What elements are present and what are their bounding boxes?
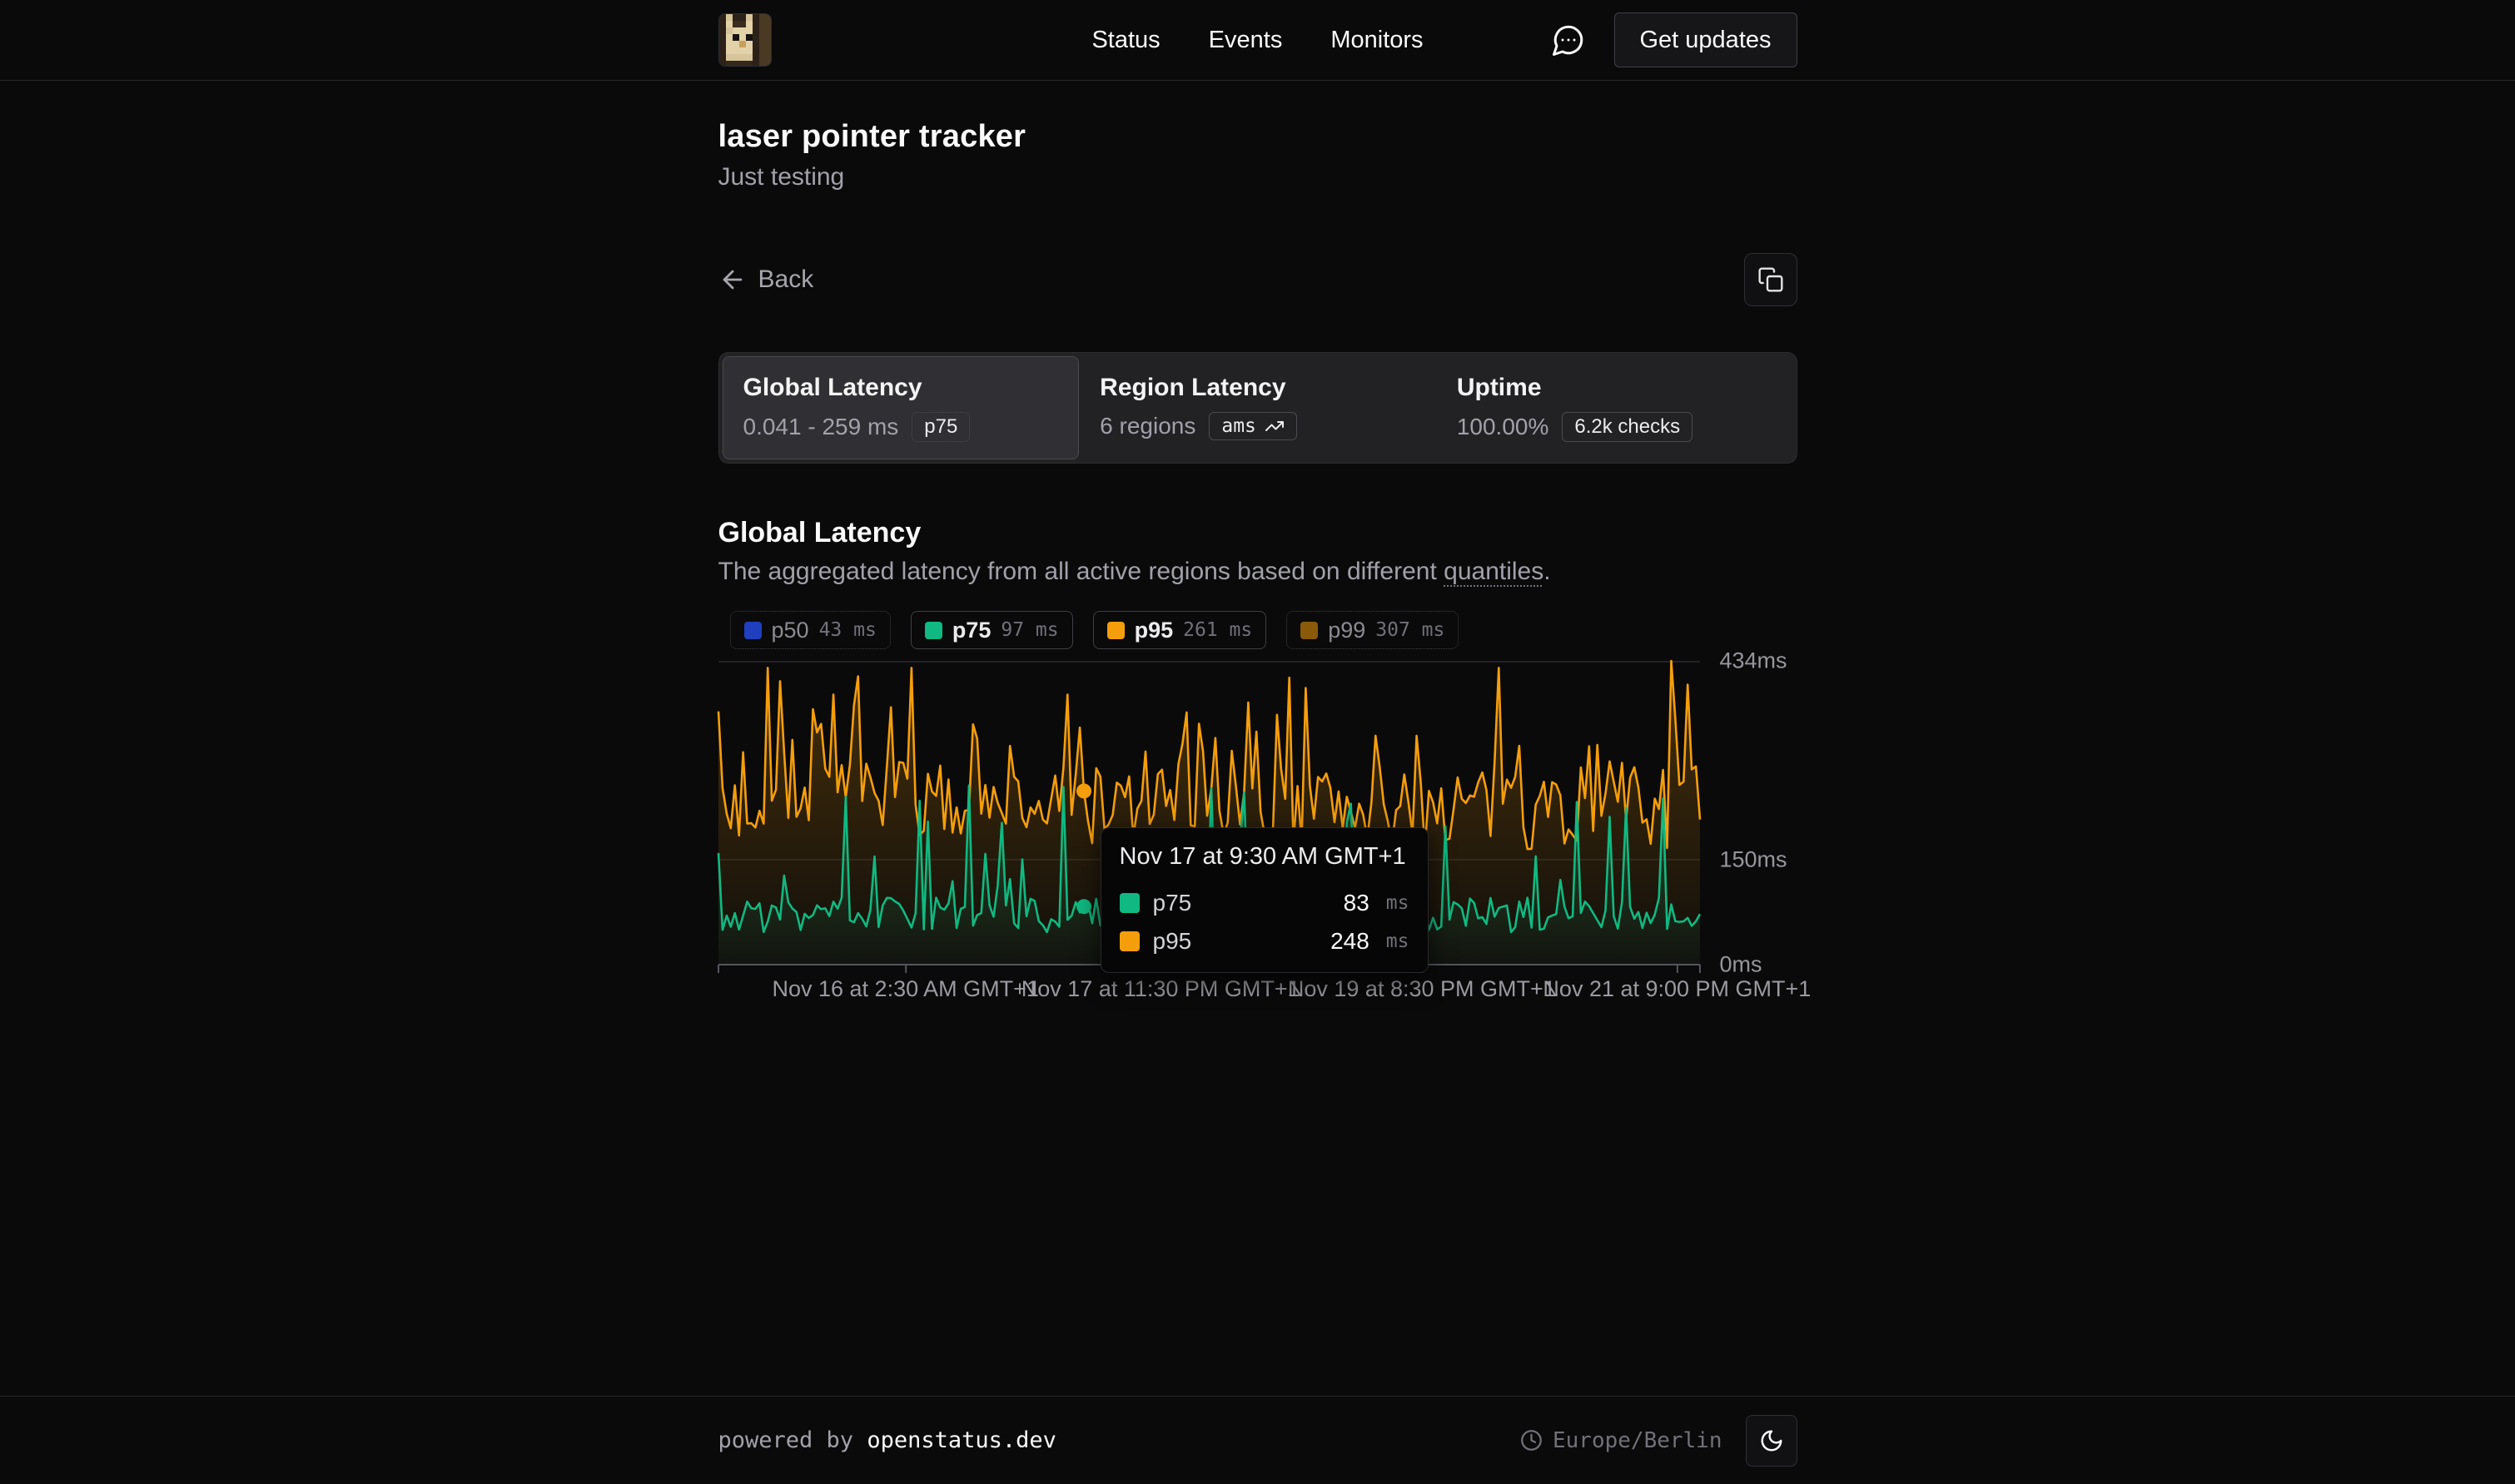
checks-badge: 6.2k checks [1562,412,1692,442]
nav-link-monitors[interactable]: Monitors [1330,27,1423,54]
feedback-button[interactable] [1551,22,1586,57]
powered-by-text: powered by [718,1427,867,1453]
x-axis-label: Nov 21 at 9:00 PM GMT+1 [1543,976,1811,1002]
chart-tooltip: Nov 17 at 9:30 AM GMT+1 p75 83 ms p95 24… [1101,827,1429,973]
message-circle-more-icon [1551,22,1586,57]
legend-item-p75[interactable]: p75 97 ms [911,611,1073,649]
p50-swatch [744,622,762,639]
legend-item-p50[interactable]: p50 43 ms [730,611,891,649]
logo-image[interactable] [718,13,772,67]
tab-uptime[interactable]: Uptime 100.00% 6.2k checks [1436,356,1793,459]
back-label: Back [758,266,814,294]
region-code: ams [1221,415,1256,437]
tooltip-series-label: p75 [1153,890,1192,916]
y-axis-label-mid: 150ms [1720,846,1787,872]
copy-icon [1757,266,1784,293]
page-footer: powered by openstatus.dev Europe/Berlin [0,1396,2515,1484]
tooltip-value: 248 [1330,928,1369,955]
p75-swatch [1120,893,1140,913]
page-subtitle: Just testing [718,163,1797,191]
tooltip-timestamp: Nov 17 at 9:30 AM GMT+1 [1120,843,1409,871]
legend-label: p50 [772,618,809,643]
section-title: Global Latency [718,517,1797,549]
clock-icon [1520,1429,1543,1452]
p95-swatch [1120,931,1140,951]
tooltip-row-p95: p95 248 ms [1120,922,1409,960]
legend-label: p99 [1328,618,1365,643]
p99-swatch [1300,622,1318,639]
quantiles-link[interactable]: quantiles [1444,558,1543,585]
legend-value: 307 ms [1375,619,1444,641]
legend-value: 261 ms [1183,619,1252,641]
tooltip-unit: ms [1386,931,1409,952]
trending-up-icon [1265,416,1285,436]
timezone: Europe/Berlin [1520,1428,1722,1453]
arrow-left-icon [718,266,747,294]
top-nav: Status Events Monitors Get updates [0,0,2515,81]
x-axis-label: Nov 17 at 11:30 PM GMT+1 [1021,976,1300,1002]
nav-links: Status Events Monitors [1091,27,1423,54]
tab-title: Region Latency [1100,374,1415,402]
timezone-label: Europe/Berlin [1553,1428,1722,1453]
y-axis-label-max: 434ms [1720,648,1787,674]
pixel-cat-logo [719,14,772,67]
description-text: The aggregated latency from all active r… [718,558,1444,585]
tab-region-latency[interactable]: Region Latency 6 regions ams [1079,356,1436,459]
get-updates-button[interactable]: Get updates [1614,12,1797,67]
nav-link-events[interactable]: Events [1209,27,1283,54]
p75-swatch [925,622,942,639]
legend-item-p95[interactable]: p95 261 ms [1093,611,1267,649]
tooltip-row-p75: p75 83 ms [1120,884,1409,922]
description-period: . [1543,558,1550,585]
tooltip-series-label: p95 [1153,928,1192,955]
latency-chart[interactable]: 434ms 150ms 0ms Nov 17 at 9:30 AM GMT+1 … [718,661,1700,965]
x-axis-labels: Nov 16 at 2:30 AM GMT+1 Nov 17 at 11:30 … [718,976,1700,1013]
nav-link-status[interactable]: Status [1091,27,1160,54]
openstatus-link[interactable]: openstatus.dev [867,1427,1056,1453]
p95-swatch [1107,622,1125,639]
legend-value: 97 ms [1001,619,1058,641]
section-description: The aggregated latency from all active r… [718,558,1797,586]
chart-legend: p50 43 ms p75 97 ms p95 261 ms p99 307 m… [730,611,1797,649]
legend-label: p95 [1135,618,1174,643]
region-badge: ams [1209,412,1297,440]
theme-toggle-button[interactable] [1746,1415,1797,1467]
legend-value: 43 ms [819,619,877,641]
x-axis-label: Nov 19 at 8:30 PM GMT+1 [1288,976,1556,1002]
back-button[interactable]: Back [718,266,814,294]
tooltip-unit: ms [1386,892,1409,914]
moon-icon [1759,1428,1784,1453]
metric-tabs: Global Latency 0.041 - 259 ms p75 Region… [718,352,1797,464]
tooltip-value: 83 [1344,890,1369,916]
legend-label: p75 [952,618,992,643]
tab-subtitle: 0.041 - 259 ms [743,414,899,440]
x-axis-label: Nov 16 at 2:30 AM GMT+1 [772,976,1038,1002]
tab-title: Global Latency [743,374,1059,402]
page-title: laser pointer tracker [718,119,1797,155]
tab-subtitle: 6 regions [1100,413,1195,439]
tab-subtitle: 100.00% [1457,414,1549,440]
y-axis-label-min: 0ms [1720,952,1762,978]
tab-global-latency[interactable]: Global Latency 0.041 - 259 ms p75 [723,356,1080,459]
copy-link-button[interactable] [1744,253,1797,306]
powered-by: powered by openstatus.dev [718,1427,1056,1453]
legend-item-p99[interactable]: p99 307 ms [1286,611,1459,649]
tab-title: Uptime [1457,374,1772,402]
p75-badge: p75 [912,412,970,442]
